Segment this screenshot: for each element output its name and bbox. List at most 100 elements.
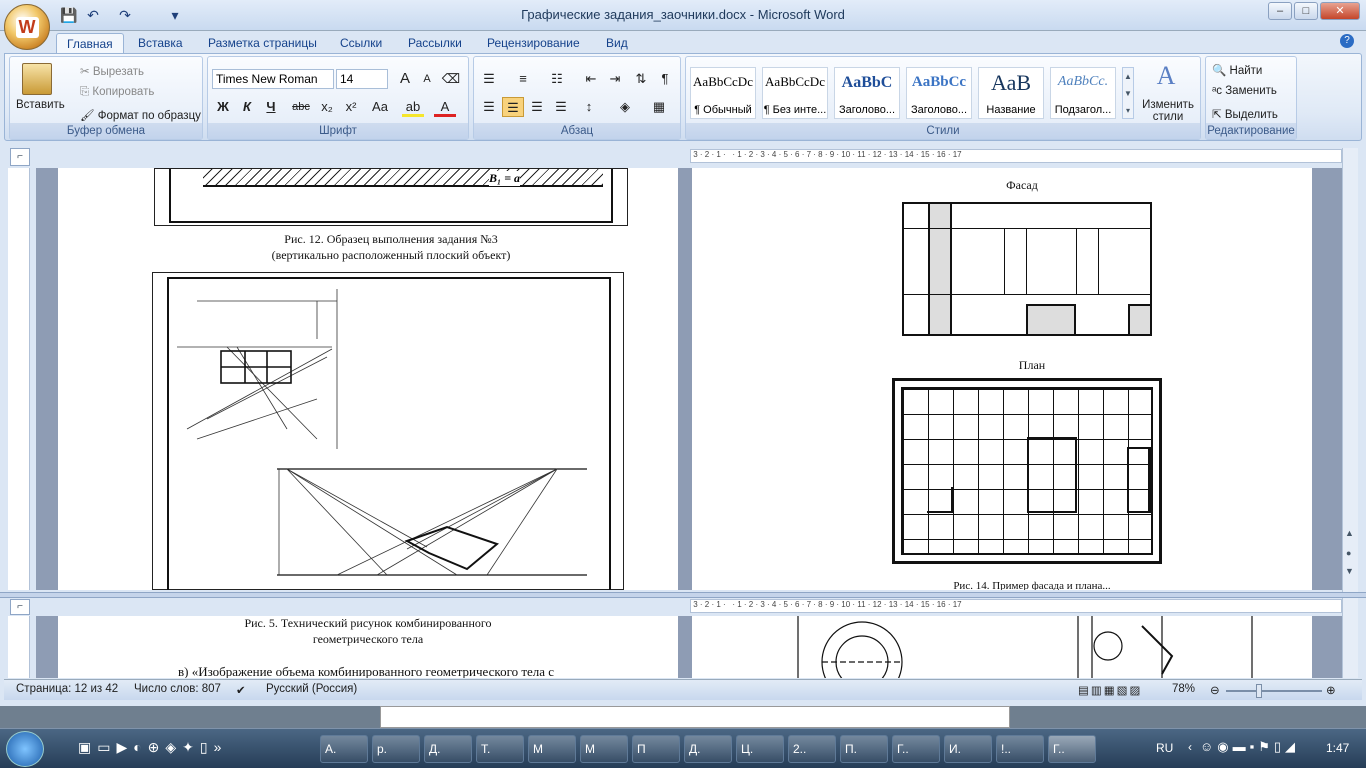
tab-insert[interactable]: Вставка	[128, 33, 193, 54]
page-count[interactable]: Страница: 12 из 42	[16, 683, 118, 695]
style-heading-2[interactable]: AaBbCc Заголово...	[906, 67, 972, 119]
align-center-icon[interactable]: ☰	[502, 97, 524, 117]
browse-object-icon[interactable]: ●	[1346, 548, 1351, 558]
help-icon[interactable]: ?	[1340, 34, 1354, 48]
split-bar[interactable]	[0, 592, 1366, 598]
cut-button[interactable]: ✂ Вырезать	[80, 64, 144, 78]
word-count[interactable]: Число слов: 807	[134, 683, 221, 695]
taskbar-item[interactable]: Д.	[684, 735, 732, 763]
align-left-icon[interactable]: ☰	[478, 97, 500, 117]
vertical-ruler-lower[interactable]	[8, 616, 30, 678]
change-styles-icon[interactable]: A	[1150, 61, 1182, 91]
font-name-select[interactable]: Times New Roman	[212, 69, 334, 89]
pilcrow-icon[interactable]: ¶	[654, 69, 676, 89]
taskbar-item-active[interactable]: Г..	[1048, 735, 1096, 763]
tab-selector-icon[interactable]: ⌐	[10, 148, 30, 166]
maximize-button[interactable]: □	[1294, 2, 1318, 20]
multilevel-list-icon[interactable]: ☷	[546, 69, 568, 89]
start-button[interactable]	[6, 731, 44, 767]
language-indicator[interactable]: Русский (Россия)	[266, 683, 357, 695]
change-styles-button[interactable]: Изменить стили	[1140, 99, 1196, 123]
sort-icon[interactable]: ⇅	[630, 69, 652, 89]
quick-launch-icons[interactable]: ▣▭▶◐⊕◈✦▯»	[78, 739, 227, 756]
taskbar-item[interactable]: р.	[372, 735, 420, 763]
numbering-icon[interactable]: ≡	[512, 69, 534, 89]
bullets-icon[interactable]: ☰	[478, 69, 500, 89]
find-button[interactable]: 🔍 Найти	[1212, 63, 1262, 77]
tab-home[interactable]: Главная	[56, 33, 124, 54]
zoom-slider[interactable]	[1226, 690, 1322, 692]
style-subtitle[interactable]: AaBbCc. Подзагол...	[1050, 67, 1116, 119]
style-no-spacing[interactable]: AaBbCcDc ¶ Без инте...	[762, 67, 828, 119]
upper-scrollbar[interactable]: ▲ ● ▼	[1342, 148, 1358, 592]
taskbar-item[interactable]: Ц.	[736, 735, 784, 763]
highlight-button[interactable]: ab	[402, 97, 424, 117]
taskbar-item[interactable]: П	[632, 735, 680, 763]
minimize-button[interactable]: –	[1268, 2, 1292, 20]
strikethrough-button[interactable]: abc	[290, 97, 312, 117]
horizontal-ruler-lower[interactable]: 3 · 2 · 1 · · 1 · 2 · 3 · 4 · 5 · 6 · 7 …	[690, 599, 1342, 613]
taskbar-item[interactable]: Д.	[424, 735, 472, 763]
style-normal[interactable]: AaBbCcDc ¶ Обычный	[690, 67, 756, 119]
taskbar-item[interactable]: М	[528, 735, 576, 763]
tab-references[interactable]: Ссылки	[330, 33, 392, 54]
tab-mailings[interactable]: Рассылки	[398, 33, 472, 54]
proofing-icon[interactable]: ✔	[236, 683, 246, 697]
style-title[interactable]: АаВ Название	[978, 67, 1044, 119]
shading-icon[interactable]: ◈	[614, 97, 636, 117]
italic-button[interactable]: К	[236, 97, 258, 117]
close-button[interactable]: ✕	[1320, 2, 1360, 20]
scroll-arrow-icon[interactable]: ▼	[1345, 566, 1354, 576]
align-right-icon[interactable]: ☰	[526, 97, 548, 117]
view-buttons[interactable]: ▤▥▦▧▨	[1078, 683, 1168, 697]
office-button[interactable]: W	[4, 4, 50, 50]
taskbar-item[interactable]: А.	[320, 735, 368, 763]
decrease-indent-icon[interactable]: ⇤	[580, 69, 602, 89]
taskbar-item[interactable]: П.	[840, 735, 888, 763]
tray-chevron-icon[interactable]: ‹	[1188, 740, 1192, 754]
style-heading-1[interactable]: AaBbC Заголово...	[834, 67, 900, 119]
zoom-slider-thumb[interactable]	[1256, 684, 1262, 698]
underline-button[interactable]: Ч	[260, 97, 282, 117]
taskbar-item[interactable]: !..	[996, 735, 1044, 763]
zoom-level[interactable]: 78%	[1172, 683, 1195, 695]
tab-review[interactable]: Рецензирование	[477, 33, 590, 54]
grow-font-button[interactable]: A	[394, 69, 416, 89]
taskbar-item[interactable]: Т.	[476, 735, 524, 763]
taskbar-item[interactable]: Г..	[892, 735, 940, 763]
superscript-button[interactable]: x²	[340, 97, 362, 117]
horizontal-ruler[interactable]: 3 · 2 · 1 · · 1 · 2 · 3 · 4 · 5 · 6 · 7 …	[690, 149, 1342, 163]
lower-scrollbar[interactable]	[1342, 598, 1358, 678]
font-size-select[interactable]: 14	[336, 69, 388, 89]
format-painter-button[interactable]: 🖌 Формат по образцу	[80, 108, 201, 122]
tab-page-layout[interactable]: Разметка страницы	[198, 33, 327, 54]
copy-button[interactable]: ⎘ Копировать	[80, 86, 154, 99]
scroll-arrow-icon[interactable]: ▲	[1345, 528, 1354, 538]
line-spacing-icon[interactable]: ↕	[578, 97, 600, 117]
vertical-ruler[interactable]	[8, 168, 30, 590]
change-case-button[interactable]: Aa	[366, 97, 394, 117]
shrink-font-button[interactable]: A	[416, 69, 438, 89]
styles-scroll[interactable]: ▲ ▼ ▾	[1122, 67, 1134, 119]
language-bar[interactable]: RU	[1156, 741, 1173, 755]
subscript-button[interactable]: x₂	[316, 97, 338, 117]
zoom-in-icon[interactable]: ⊕	[1326, 683, 1336, 697]
zoom-out-icon[interactable]: ⊖	[1210, 683, 1220, 697]
increase-indent-icon[interactable]: ⇥	[604, 69, 626, 89]
tray-icons[interactable]: ☺◉▬▪⚑▯◢	[1200, 739, 1299, 755]
paste-button[interactable]: Вставить	[16, 99, 65, 111]
tab-selector-icon[interactable]: ⌐	[10, 599, 30, 615]
select-button[interactable]: ⇱ Выделить	[1212, 107, 1278, 121]
taskbar-item[interactable]: 2..	[788, 735, 836, 763]
taskbar-item[interactable]: И.	[944, 735, 992, 763]
paste-icon[interactable]	[22, 63, 52, 95]
clear-format-icon[interactable]: ⌫	[440, 69, 462, 89]
taskbar-item[interactable]: М	[580, 735, 628, 763]
bold-button[interactable]: Ж	[212, 97, 234, 117]
replace-button[interactable]: ᵃc Заменить	[1212, 85, 1277, 97]
tab-view[interactable]: Вид	[596, 33, 638, 54]
justify-icon[interactable]: ☰	[550, 97, 572, 117]
borders-icon[interactable]: ▦	[648, 97, 670, 117]
clock[interactable]: 1:47	[1326, 741, 1349, 755]
font-color-button[interactable]: A	[434, 97, 456, 117]
